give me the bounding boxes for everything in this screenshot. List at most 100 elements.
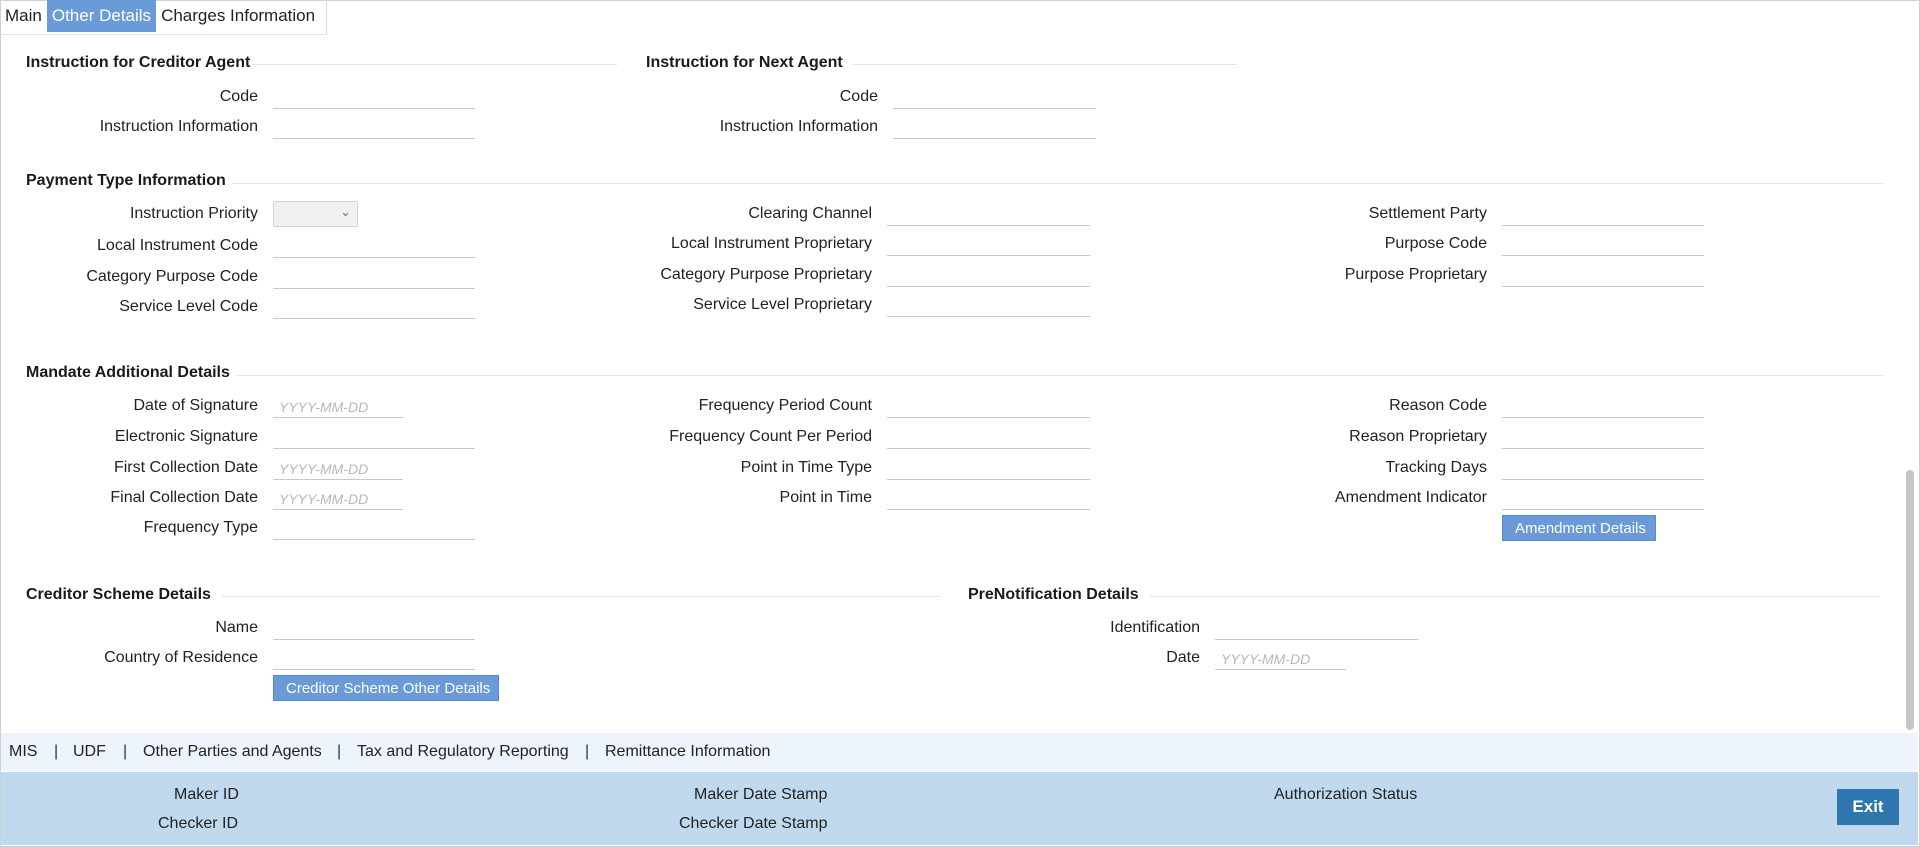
link-separator: |: [585, 743, 590, 760]
prenotification-date-label: Date: [1166, 649, 1200, 666]
category-purpose-proprietary-label: Category Purpose Proprietary: [660, 266, 872, 283]
checker-date-stamp-label: Checker Date Stamp: [679, 815, 828, 832]
section-divider: [1150, 596, 1880, 597]
electronic-signature-label: Electronic Signature: [114, 428, 258, 445]
country-of-residence-input[interactable]: [273, 648, 475, 670]
first-collection-date-label: First Collection Date: [113, 459, 258, 476]
prenotification-id-label: Identification: [1110, 619, 1200, 636]
purpose-code-input[interactable]: [1502, 234, 1704, 256]
local-instrument-code-label: Local Instrument Code: [97, 237, 258, 254]
frequency-type-label: Frequency Type: [143, 519, 258, 536]
tab-bar: Main Other Details Charges Information: [0, 0, 328, 35]
prenotification-title: PreNotification Details: [968, 586, 1139, 603]
settlement-party-input[interactable]: [1502, 204, 1704, 226]
local-instrument-proprietary-label: Local Instrument Proprietary: [671, 235, 872, 252]
tab-divider: [326, 0, 328, 34]
creditor-scheme-title: Creditor Scheme Details: [26, 586, 211, 603]
amendment-indicator-label: Amendment Indicator: [1334, 489, 1487, 506]
link-remittance-information[interactable]: Remittance Information: [605, 743, 770, 761]
service-level-code-label: Service Level Code: [119, 298, 258, 315]
section-divider: [252, 64, 617, 65]
frequency-count-per-period-label: Frequency Count Per Period: [669, 428, 872, 445]
section-divider: [222, 596, 940, 597]
checker-id-label: Checker ID: [158, 815, 239, 832]
authorization-status-label: Authorization Status: [1274, 786, 1418, 803]
link-separator: |: [54, 743, 59, 760]
exit-button[interactable]: Exit: [1837, 789, 1899, 825]
date-of-signature-input[interactable]: [273, 396, 403, 418]
purpose-proprietary-label: Purpose Proprietary: [1344, 266, 1487, 283]
tab-charges-information[interactable]: Charges Information: [156, 0, 320, 32]
service-level-proprietary-label: Service Level Proprietary: [693, 296, 872, 313]
amendment-indicator-input[interactable]: [1502, 488, 1704, 510]
electronic-signature-input[interactable]: [273, 427, 475, 449]
frequency-count-per-period-input[interactable]: [887, 427, 1090, 449]
frequency-period-count-input[interactable]: [887, 396, 1090, 418]
creditor-agent-title: Instruction for Creditor Agent: [26, 54, 251, 71]
link-tax-and-regulatory-reporting[interactable]: Tax and Regulatory Reporting: [357, 743, 569, 761]
local-instrument-code-input[interactable]: [273, 236, 475, 258]
prenotification-id-input[interactable]: [1215, 618, 1418, 640]
link-udf[interactable]: UDF: [73, 743, 106, 761]
clearing-channel-input[interactable]: [887, 204, 1090, 226]
creditor-agent-info-input[interactable]: [273, 117, 475, 139]
maker-date-stamp-label: Maker Date Stamp: [694, 786, 828, 803]
creditor-scheme-name-label: Name: [215, 619, 258, 636]
reason-proprietary-label: Reason Proprietary: [1349, 428, 1487, 445]
link-separator: |: [337, 743, 342, 760]
subsystem-link-bar: MIS | UDF | Other Parties and Agents | T…: [1, 733, 1918, 771]
point-in-time-input[interactable]: [887, 488, 1090, 510]
next-agent-info-label: Instruction Information: [719, 118, 878, 135]
service-level-code-input[interactable]: [273, 297, 475, 319]
maker-id-label: Maker ID: [174, 786, 239, 803]
point-in-time-type-label: Point in Time Type: [740, 459, 872, 476]
creditor-agent-code-label: Code: [219, 88, 258, 105]
audit-footer: Maker ID Checker ID Maker Date Stamp Che…: [1, 772, 1918, 845]
creditor-scheme-other-details-button[interactable]: Creditor Scheme Other Details: [273, 675, 499, 701]
section-divider: [236, 375, 1884, 376]
category-purpose-proprietary-input[interactable]: [887, 265, 1090, 287]
next-agent-info-input[interactable]: [893, 117, 1096, 139]
purpose-proprietary-input[interactable]: [1502, 265, 1704, 287]
creditor-agent-code-input[interactable]: [273, 87, 475, 109]
creditor-scheme-name-input[interactable]: [273, 618, 475, 640]
final-collection-date-input[interactable]: [273, 488, 403, 510]
point-in-time-type-input[interactable]: [887, 458, 1090, 480]
tab-main[interactable]: Main: [0, 0, 47, 32]
next-agent-code-input[interactable]: [893, 87, 1096, 109]
mandate-title: Mandate Additional Details: [26, 364, 230, 381]
scrollbar-thumb[interactable]: [1906, 470, 1914, 730]
frequency-period-count-label: Frequency Period Count: [698, 397, 872, 414]
instruction-priority-label: Instruction Priority: [129, 205, 258, 222]
first-collection-date-input[interactable]: [273, 458, 403, 480]
link-mis[interactable]: MIS: [9, 743, 37, 761]
date-of-signature-label: Date of Signature: [133, 397, 258, 414]
local-instrument-proprietary-input[interactable]: [887, 234, 1090, 256]
clearing-channel-label: Clearing Channel: [748, 205, 872, 222]
tracking-days-input[interactable]: [1502, 458, 1704, 480]
country-of-residence-label: Country of Residence: [104, 649, 258, 666]
link-separator: |: [123, 743, 128, 760]
final-collection-date-label: Final Collection Date: [110, 489, 258, 506]
tracking-days-label: Tracking Days: [1385, 459, 1487, 476]
settlement-party-label: Settlement Party: [1368, 205, 1487, 222]
chevron-down-icon: ⌄: [340, 204, 351, 219]
category-purpose-code-input[interactable]: [273, 267, 475, 289]
category-purpose-code-label: Category Purpose Code: [86, 268, 258, 285]
purpose-code-label: Purpose Code: [1384, 235, 1487, 252]
amendment-details-button[interactable]: Amendment Details: [1502, 515, 1656, 541]
section-divider: [852, 64, 1237, 65]
next-agent-title: Instruction for Next Agent: [646, 54, 843, 71]
reason-code-input[interactable]: [1502, 396, 1704, 418]
section-divider: [232, 183, 1884, 184]
instruction-priority-select[interactable]: ⌄: [273, 201, 358, 227]
service-level-proprietary-input[interactable]: [887, 295, 1090, 317]
prenotification-date-input[interactable]: [1215, 648, 1346, 670]
link-other-parties-and-agents[interactable]: Other Parties and Agents: [143, 743, 322, 761]
frequency-type-input[interactable]: [273, 518, 475, 540]
reason-proprietary-input[interactable]: [1502, 427, 1704, 449]
payment-type-title: Payment Type Information: [26, 172, 226, 189]
tab-other-details[interactable]: Other Details: [46, 0, 157, 32]
next-agent-code-label: Code: [839, 88, 878, 105]
reason-code-label: Reason Code: [1389, 397, 1487, 414]
